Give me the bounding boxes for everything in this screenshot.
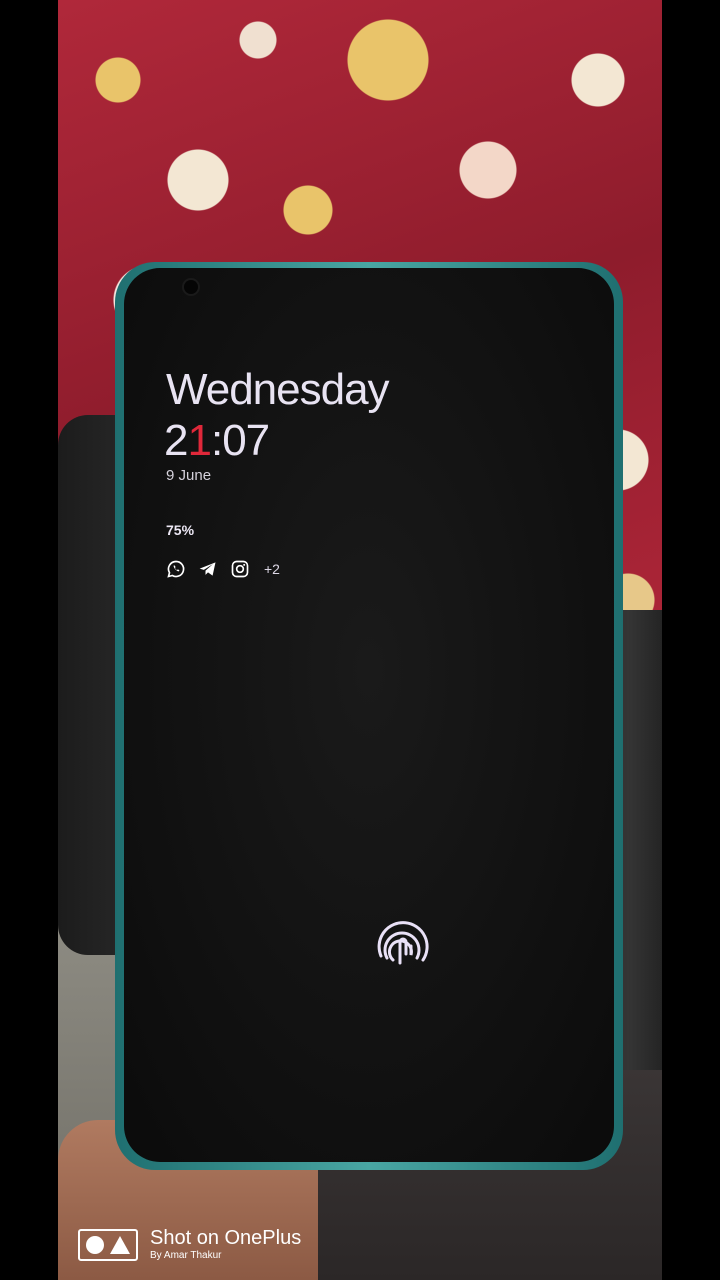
clock: 21:07 (164, 416, 270, 466)
telegram-icon (199, 562, 216, 576)
camera-watermark: Shot on OnePlus By Amar Thakur (78, 1225, 301, 1265)
clock-hour-first: 2 (164, 416, 189, 465)
weekday-label: Wednesday (166, 365, 390, 414)
notification-more-count: +2 (264, 561, 280, 577)
whatsapp-icon (167, 560, 185, 578)
instagram-icon (231, 560, 249, 578)
front-camera (184, 280, 198, 294)
oneplus-camera-logo (78, 1229, 138, 1261)
phone-screen: Wednesday 21:07 9 June 75% +2 (124, 268, 614, 1162)
fingerprint-sensor-icon[interactable] (367, 908, 435, 976)
watermark-title: Shot on OnePlus (150, 1227, 302, 1249)
date-label: 9 June (166, 467, 212, 484)
clock-minutes: :07 (210, 416, 270, 465)
notification-icons: +2 (166, 558, 280, 580)
battery-level: 75% (166, 522, 195, 538)
watermark-credit: By Amar Thakur (150, 1250, 222, 1261)
clock-hour-second: 1 (187, 416, 212, 465)
